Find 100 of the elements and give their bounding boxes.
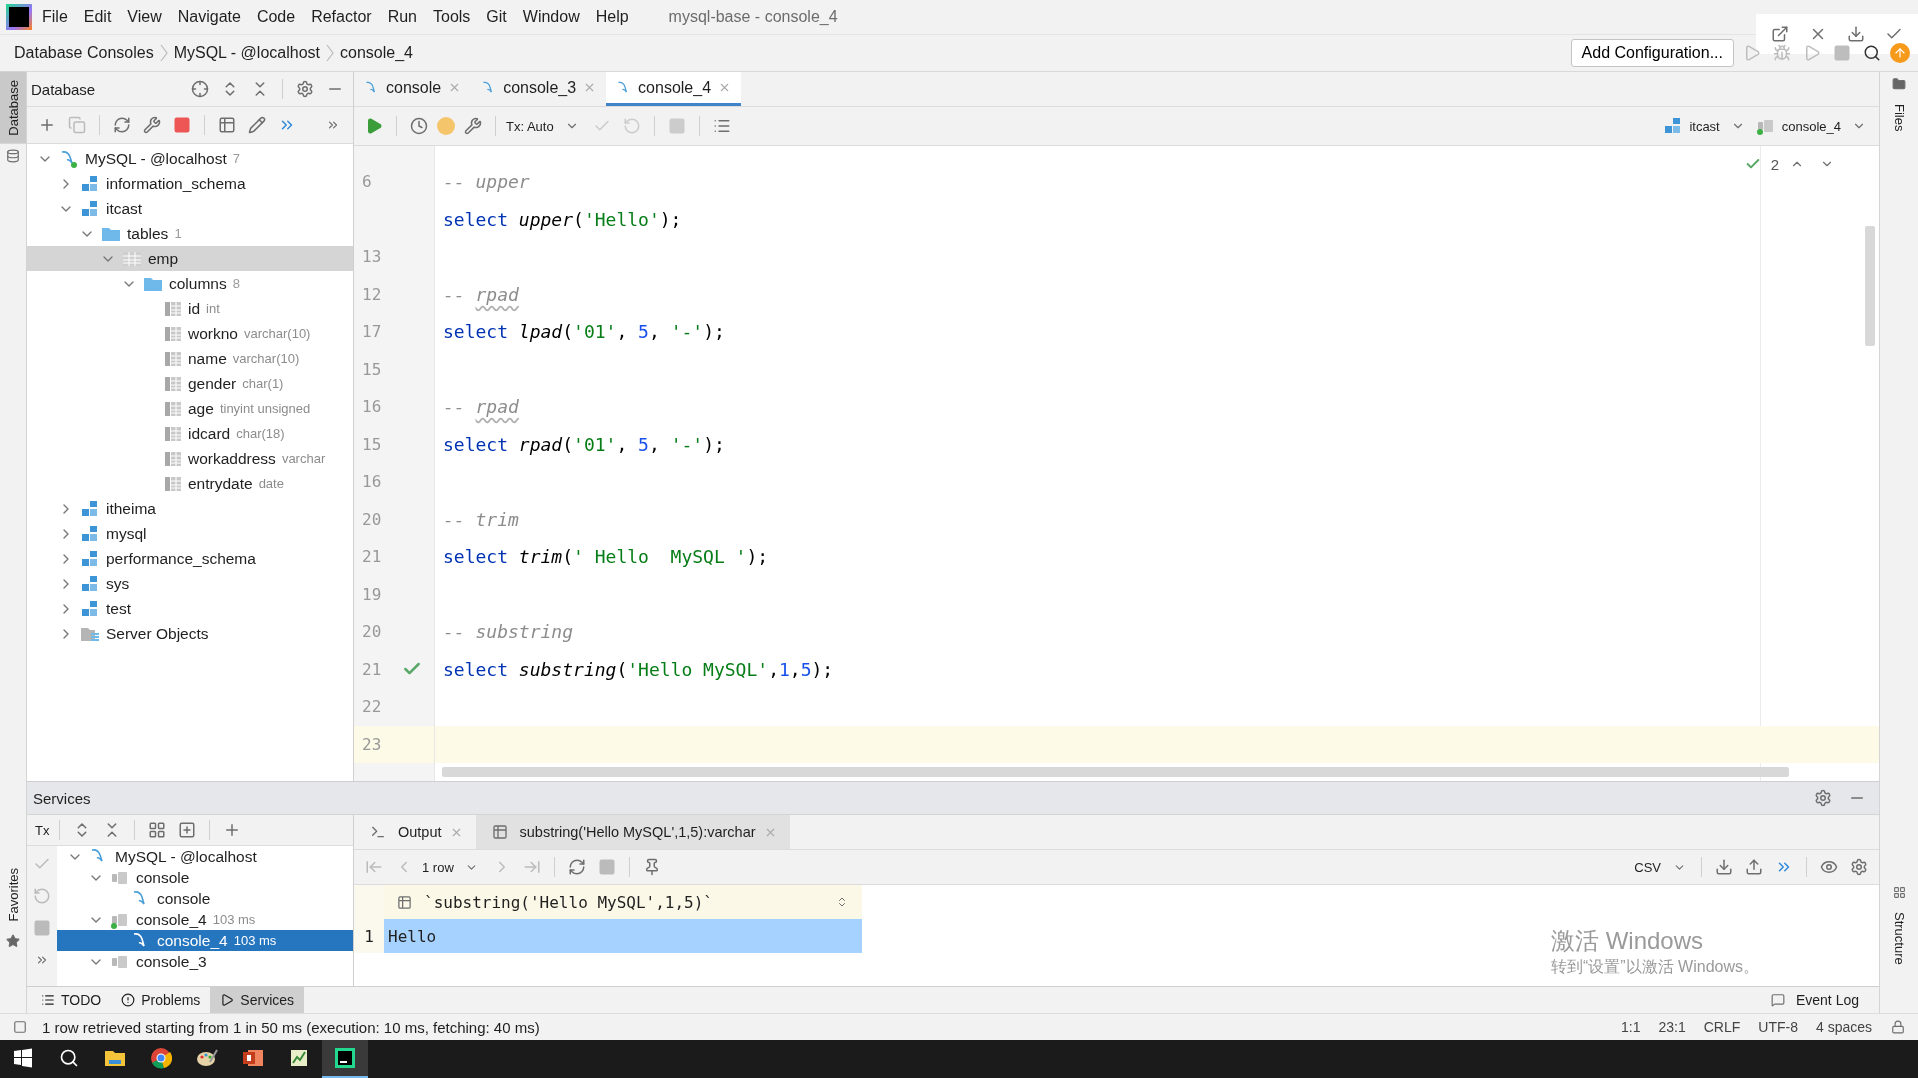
item-label: performance_schema [106, 549, 256, 568]
datagrip-icon[interactable] [322, 1040, 368, 1078]
scrollbar[interactable] [1865, 226, 1875, 346]
session-icon [1755, 117, 1776, 135]
files-tool-tab[interactable]: Files [1880, 96, 1918, 140]
tree-item[interactable]: itcast [27, 196, 353, 221]
column-icon [164, 424, 182, 443]
tree-item[interactable]: tables 1 [27, 221, 353, 246]
line-number: 21 [362, 547, 383, 567]
tree-item[interactable]: age tinyint unsigned [27, 396, 353, 421]
item-label: console_3 [136, 952, 207, 971]
table-cell[interactable]: Hello [384, 919, 862, 954]
status-item[interactable]: 23:1 [1654, 1019, 1690, 1035]
tree-item[interactable]: Server Objects [27, 621, 353, 646]
tree-item[interactable]: console_4 103 ms [57, 930, 353, 952]
tree-item[interactable]: workno varchar(10) [27, 321, 353, 346]
tree-item[interactable]: mysql [27, 521, 353, 546]
item-label: workno [188, 324, 238, 343]
menu-item[interactable]: Edit [77, 8, 118, 26]
item-label: information_schema [106, 174, 246, 193]
tree-item[interactable]: console_3 [57, 951, 353, 973]
schema-icon [80, 574, 100, 593]
item-label: itheima [106, 499, 156, 518]
transaction-button[interactable]: Tx [35, 822, 50, 838]
structure-tool-tab[interactable]: Structure [1880, 904, 1918, 973]
column-header[interactable]: `substring('Hello MySQL',1,5)` [384, 885, 862, 920]
menu-item[interactable]: Help [589, 8, 635, 26]
panel-title: Database [31, 80, 96, 98]
code-line: -- rpad [443, 283, 519, 305]
tree-item[interactable]: emp [27, 246, 353, 271]
item-label: id [188, 299, 201, 318]
status-item[interactable]: 4 spaces [1811, 1019, 1876, 1035]
status-item[interactable]: UTF-8 [1754, 1019, 1802, 1035]
line-number: 21 [362, 659, 383, 679]
tree-item[interactable]: performance_schema [27, 546, 353, 571]
tree-item[interactable]: MySQL - @localhost [57, 846, 353, 868]
tree-item[interactable]: workaddress varchar [27, 446, 353, 471]
item-count: 7 [232, 151, 241, 166]
menu-item[interactable]: Tools [427, 8, 477, 26]
session-dropdown[interactable]: console_4 [1781, 118, 1841, 134]
item-detail: char(1) [242, 376, 284, 391]
menu-item[interactable]: Git [480, 8, 513, 26]
breadcrumb[interactable]: Database Consoles [14, 44, 154, 62]
result-tab[interactable]: substring('Hello MySQL',1,5):varchar [475, 815, 790, 850]
database-tool-tab[interactable]: Database [0, 72, 26, 144]
tool-window-tab[interactable]: Services [210, 987, 305, 1013]
menu-item[interactable]: File [36, 8, 74, 26]
tool-window-tab[interactable]: TODO [31, 987, 112, 1013]
line-number: 15 [362, 434, 383, 454]
tree-item[interactable]: console [57, 888, 353, 910]
tree-item[interactable]: columns 8 [27, 271, 353, 296]
item-detail: char(18) [236, 426, 285, 441]
menu-item[interactable]: Run [381, 8, 423, 26]
tree-item[interactable]: sys [27, 571, 353, 596]
tree-item[interactable]: console_4 103 ms [57, 909, 353, 931]
tree-item[interactable]: gender char(1) [27, 371, 353, 396]
tree-item[interactable]: id int [27, 296, 353, 321]
tree-item[interactable]: MySQL - @localhost 7 [27, 146, 353, 171]
result-tab[interactable]: Output [354, 815, 476, 850]
activation-title: 激活 Windows [1551, 926, 1704, 957]
inspection-count: 2 [1770, 155, 1779, 173]
item-label: console_4 [157, 931, 228, 950]
scrollbar[interactable] [442, 767, 1789, 778]
event-log-button[interactable]: Event Log [1795, 992, 1859, 1009]
schema-icon [80, 199, 100, 218]
add-configuration-button[interactable]: Add Configuration... [1570, 39, 1734, 67]
status-item[interactable]: 1:1 [1617, 1019, 1645, 1035]
menu-item[interactable]: Code [250, 8, 302, 26]
editor-tab[interactable]: console [354, 72, 472, 106]
tree-item[interactable]: entrydate date [27, 471, 353, 496]
item-detail: varchar(10) [243, 326, 311, 341]
breadcrumb-separator-icon [159, 44, 168, 62]
menu-item[interactable]: View [121, 8, 168, 26]
editor-tab[interactable]: console_3 [471, 72, 607, 106]
tree-item[interactable]: console [57, 867, 353, 889]
schema-dropdown[interactable]: itcast [1689, 118, 1720, 134]
tool-window-tab[interactable]: Problems [111, 987, 211, 1013]
tree-item[interactable]: itheima [27, 496, 353, 521]
item-detail: tinyint unsigned [219, 401, 311, 416]
menu-item[interactable]: Navigate [171, 8, 247, 26]
activation-text: 转到“设置”以激活 Windows。 [1551, 957, 1759, 978]
editor-tab[interactable]: console_4 [606, 72, 742, 106]
breadcrumb[interactable]: console_4 [340, 44, 413, 62]
breadcrumb[interactable]: MySQL - @localhost [173, 44, 320, 62]
status-item[interactable]: CRLF [1699, 1019, 1745, 1035]
tree-item[interactable]: information_schema [27, 171, 353, 196]
tree-item[interactable]: idcard char(18) [27, 421, 353, 446]
transaction-mode-dropdown[interactable]: Tx: Auto [506, 118, 554, 134]
breadcrumb-separator-icon [326, 44, 334, 62]
menu-item[interactable]: Window [516, 8, 586, 26]
tree-item[interactable]: test [27, 596, 353, 621]
menu-item[interactable]: Refactor [305, 8, 378, 26]
tree-item[interactable]: name varchar(10) [27, 346, 353, 371]
item-detail: 103 ms [212, 912, 256, 928]
favorites-tool-tab[interactable]: Favorites [0, 859, 26, 929]
row-count-dropdown[interactable]: 1 row [422, 859, 454, 875]
code-line: -- substring [443, 621, 574, 643]
export-format-dropdown[interactable]: CSV [1634, 859, 1661, 875]
item-label: gender [188, 374, 237, 393]
item-label: Server Objects [106, 624, 209, 643]
